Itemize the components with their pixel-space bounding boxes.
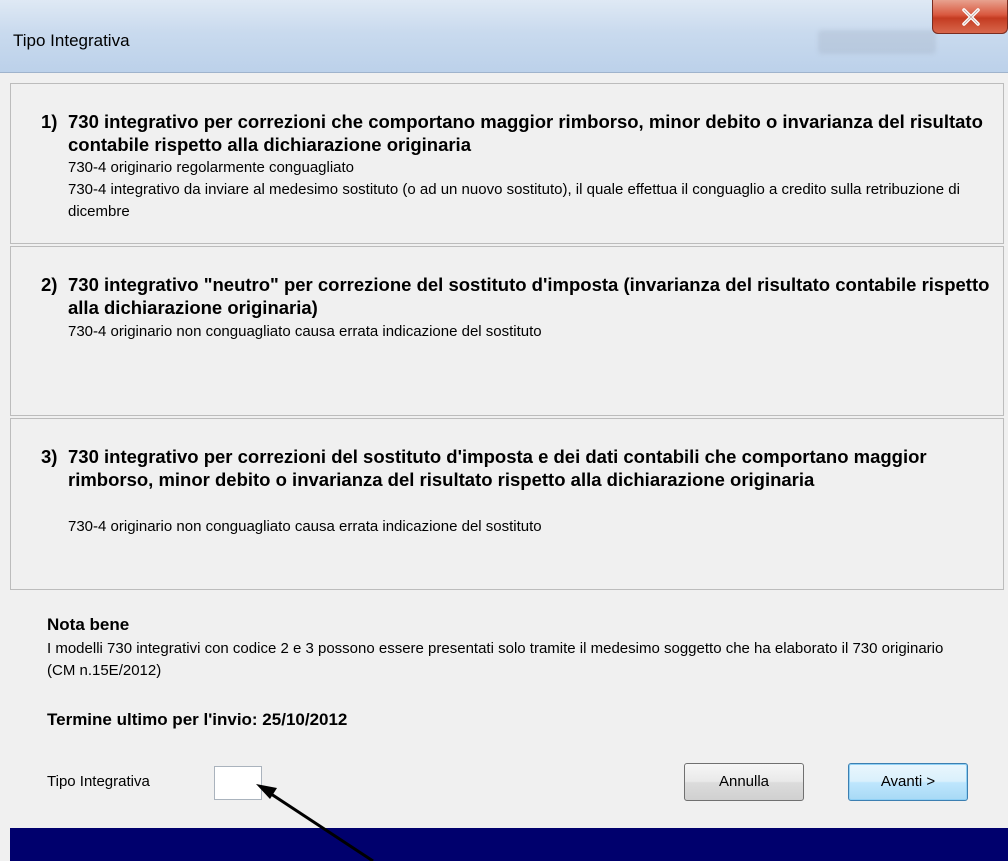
close-button[interactable] <box>932 0 1008 34</box>
option-description-line: 730-4 originario non conguagliato causa … <box>68 518 542 535</box>
option-3-panel[interactable]: 3) 730 integrativo per correzioni del so… <box>10 418 1004 590</box>
cancel-button[interactable]: Annulla <box>684 763 804 801</box>
tipo-integrativa-input[interactable] <box>214 766 262 800</box>
option-heading: 1) 730 integrativo per correzioni che co… <box>41 110 991 156</box>
title-bar[interactable]: Tipo Integrativa <box>0 0 1008 73</box>
option-heading: 2) 730 integrativo "neutro" per correzio… <box>41 273 991 319</box>
option-description: 730-4 originario regolarmente conguaglia… <box>68 157 988 223</box>
option-1-panel[interactable]: 1) 730 integrativo per correzioni che co… <box>10 83 1004 244</box>
option-number: 1) <box>41 111 58 132</box>
option-number: 3) <box>41 446 58 467</box>
deadline-text: Termine ultimo per l'invio: 25/10/2012 <box>47 710 348 729</box>
option-description: 730-4 originario non conguagliato causa … <box>68 321 988 343</box>
note-title: Nota bene <box>47 615 130 634</box>
dialog-content: 1) 730 integrativo per correzioni che co… <box>10 73 1008 828</box>
option-heading-text: 730 integrativo per correzioni del sosti… <box>68 446 927 490</box>
title-bar-blurred-background <box>818 30 936 54</box>
option-heading: 3) 730 integrativo per correzioni del so… <box>41 445 991 491</box>
option-description-line: 730-4 integrativo da inviare al medesimo… <box>68 181 960 220</box>
note-text: I modelli 730 integrativi con codice 2 e… <box>47 640 944 679</box>
option-2-panel[interactable]: 2) 730 integrativo "neutro" per correzio… <box>10 246 1004 416</box>
dialog-window: Tipo Integrativa 1) 730 integrativo per … <box>0 0 1008 861</box>
tipo-integrativa-label: Tipo Integrativa <box>47 773 150 790</box>
option-number: 2) <box>41 274 58 295</box>
option-description: 730-4 originario non conguagliato causa … <box>68 516 988 538</box>
option-description-line: 730-4 originario regolarmente conguaglia… <box>68 159 355 176</box>
window-title: Tipo Integrativa <box>13 31 130 50</box>
close-icon <box>962 8 980 26</box>
background-window-strip <box>10 828 1008 861</box>
option-description-line: 730-4 originario non conguagliato causa … <box>68 323 542 340</box>
next-button[interactable]: Avanti > <box>848 763 968 801</box>
option-heading-text: 730 integrativo per correzioni che compo… <box>68 111 983 155</box>
option-heading-text: 730 integrativo "neutro" per correzione … <box>68 274 990 318</box>
